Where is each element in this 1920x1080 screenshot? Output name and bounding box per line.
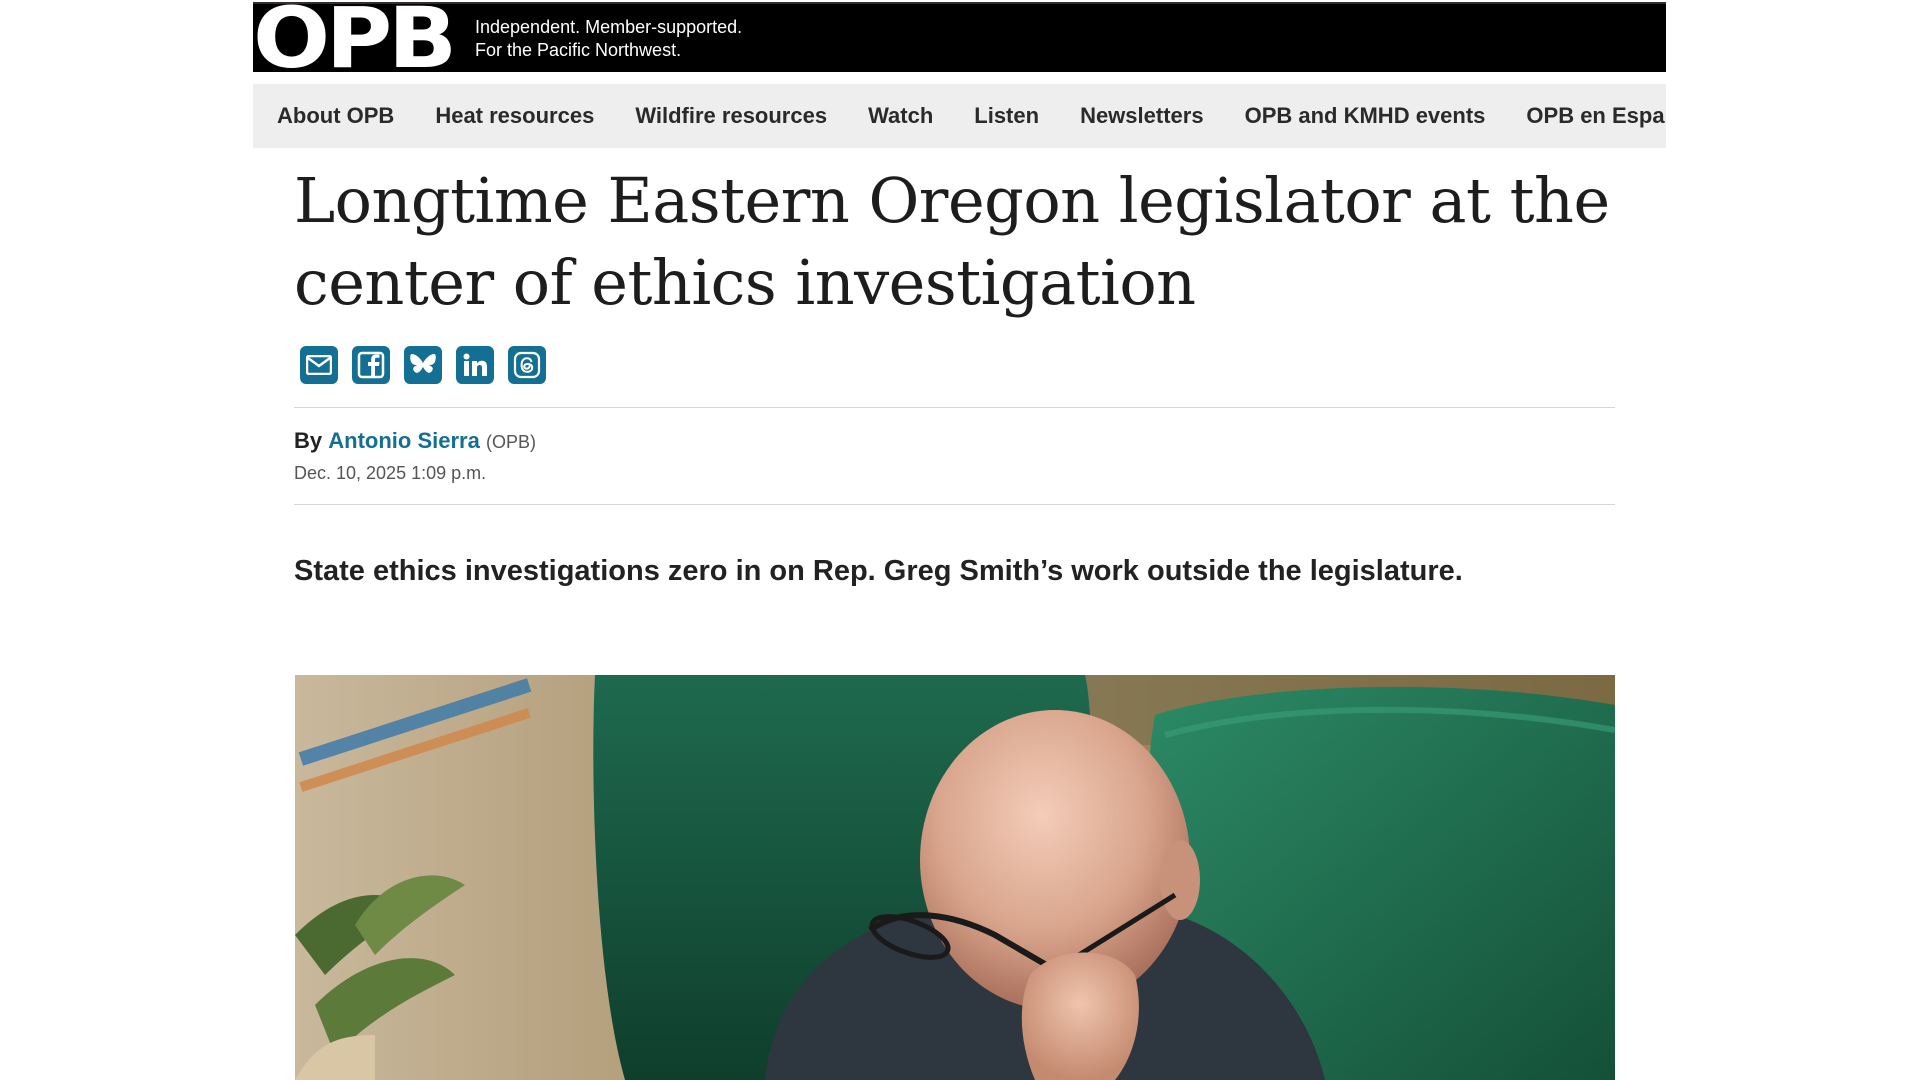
tagline: Independent. Member-supported. For the P… (475, 16, 742, 62)
facebook-icon[interactable] (352, 346, 390, 384)
linkedin-icon[interactable] (456, 346, 494, 384)
nav-item-opb-en-espanol[interactable]: OPB en Español (1526, 84, 1666, 148)
lead-photo-illustration (295, 675, 1615, 1080)
nav-item-heat-resources[interactable]: Heat resources (435, 84, 594, 148)
author-organization: (OPB) (485, 432, 536, 452)
nav-item-newsletters[interactable]: Newsletters (1080, 84, 1204, 148)
divider-top (294, 407, 1615, 408)
article-headline: Longtime Eastern Oregon legislator at th… (294, 164, 1610, 319)
page: OPB Independent. Member-supported. For t… (0, 0, 1920, 1080)
threads-icon[interactable] (508, 346, 546, 384)
main-nav: About OPB Heat resources Wildfire resource… (253, 84, 1666, 148)
masthead: OPB Independent. Member-supported. For t… (253, 0, 1666, 80)
nav-item-about-opb[interactable]: About OPB (277, 84, 394, 148)
tagline-line-1: Independent. Member-supported. (475, 17, 743, 37)
tagline-line-2: For the Pacific Northwest. (475, 40, 682, 60)
nav-item-wildfire-resources[interactable]: Wildfire resources (635, 84, 827, 148)
share-bar (300, 346, 546, 384)
publish-date: Dec. 10, 2025 1:09 p.m. (294, 463, 487, 483)
nav-item-watch[interactable]: Watch (868, 84, 933, 148)
nav-item-opb-kmhd-events[interactable]: OPB and KMHD events (1245, 84, 1486, 148)
nav-item-listen[interactable]: Listen (974, 84, 1039, 148)
opb-logo[interactable]: OPB (253, 0, 457, 80)
divider-bottom (294, 504, 1615, 505)
byline-prefix: By (294, 428, 323, 453)
article-dek: State ethics investigations zero in on R… (294, 555, 1463, 587)
logo-text: OPB (253, 0, 457, 87)
bluesky-icon[interactable] (404, 346, 442, 384)
author-link[interactable]: Antonio Sierra (328, 428, 480, 453)
lead-photo (295, 675, 1615, 1080)
byline: By Antonio Sierra (OPB) (294, 428, 536, 454)
email-icon[interactable] (300, 346, 338, 384)
